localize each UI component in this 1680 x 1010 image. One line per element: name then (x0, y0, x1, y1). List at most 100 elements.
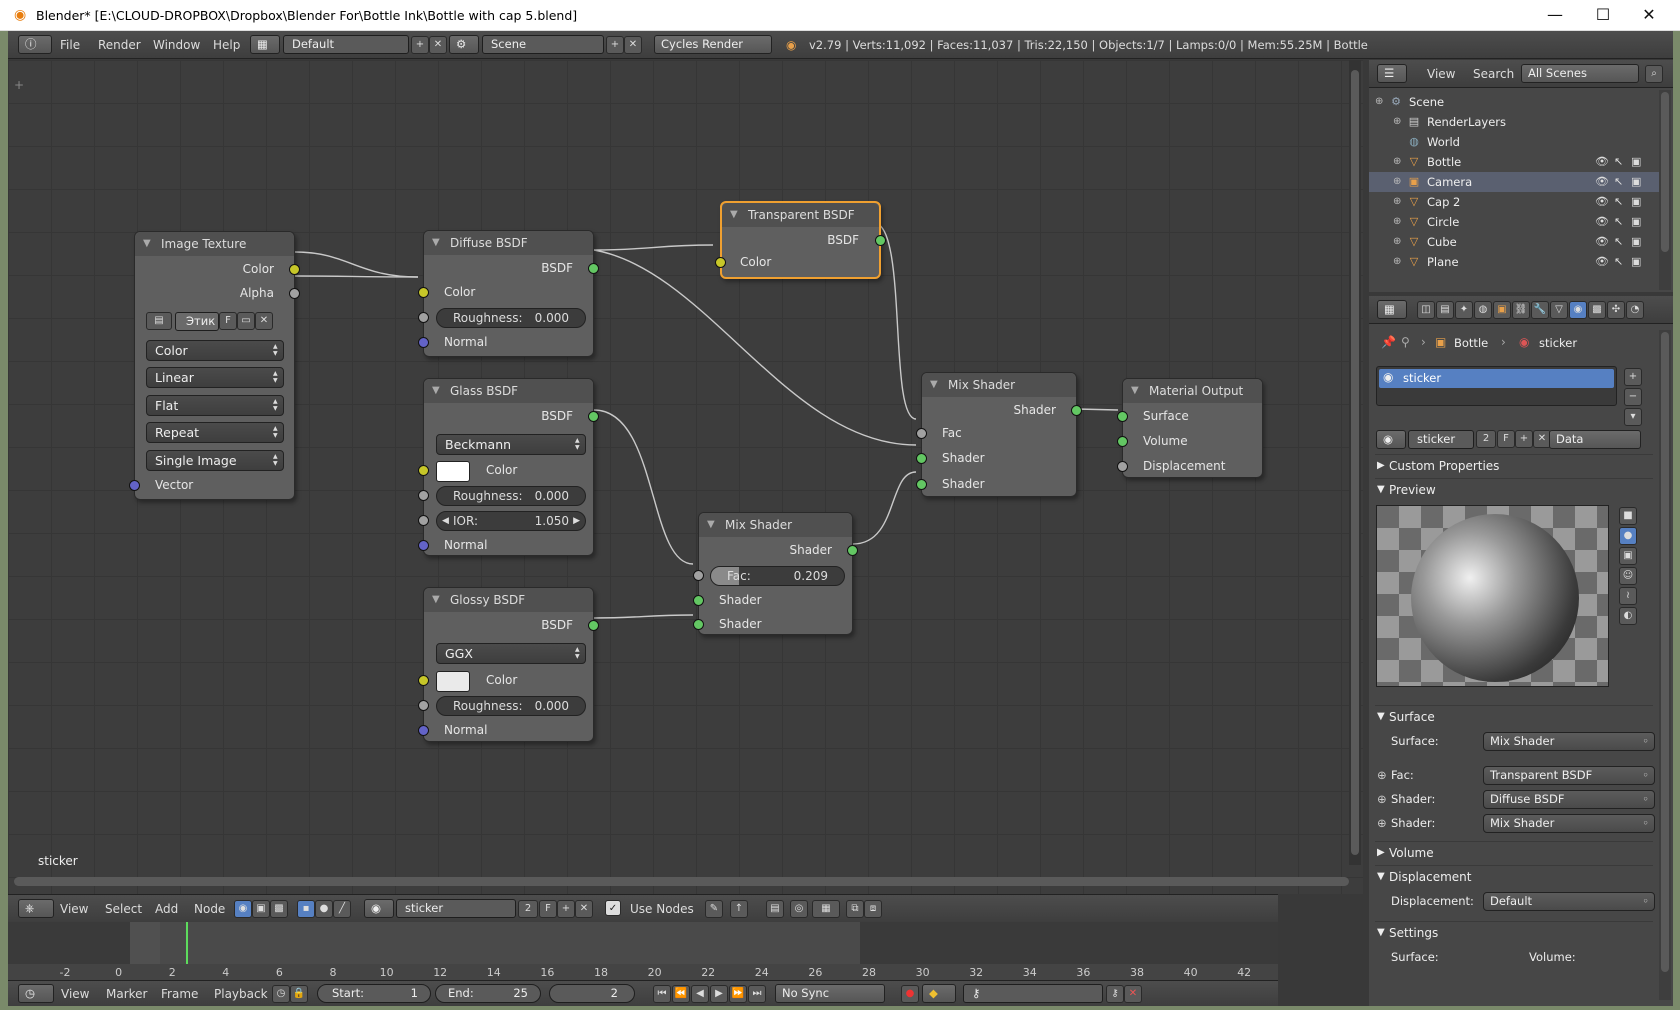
expand-toggle-icon[interactable]: ⊕ (1393, 212, 1401, 232)
diffuse-normal-socket[interactable] (418, 337, 429, 348)
remove-scene-icon[interactable]: ✕ (624, 36, 642, 54)
outliner-item[interactable]: ⊕ ▽ Bottle 👁 ↖ ▣ (1369, 152, 1659, 172)
transparent-color-socket[interactable] (715, 257, 726, 268)
color-space-select[interactable]: Color (146, 340, 284, 361)
fac-expand-icon[interactable]: ⊕ (1377, 768, 1387, 782)
node-mix-shader-2[interactable]: Mix Shader Shader Fac: 0.209 Shader Shade… (693, 512, 858, 635)
selectable-cursor-icon[interactable]: ↖ (1614, 232, 1623, 252)
maximize-button[interactable]: ☐ (1580, 4, 1626, 28)
menu-render[interactable]: Render (98, 38, 141, 52)
glossy-output-socket[interactable] (588, 620, 599, 631)
horizontal-scrollbar[interactable] (14, 877, 1349, 886)
mix1-output-socket[interactable] (1071, 405, 1082, 416)
preview-cube-icon[interactable]: ▣ (1619, 547, 1637, 565)
node-menu-add[interactable]: Add (155, 902, 178, 916)
diffuse-output-socket[interactable] (588, 263, 599, 274)
render-camera-icon[interactable]: ▣ (1631, 172, 1641, 192)
visibility-eye-icon[interactable]: 👁 (1595, 192, 1609, 212)
outliner-item[interactable]: ⊕ ▤ RenderLayers (1369, 112, 1659, 132)
node-image-texture[interactable]: Image Texture Color Alpha ▤ Этик F ▭ ✕ C… (129, 231, 300, 500)
object-tab-icon[interactable]: ▣ (1493, 301, 1511, 319)
toolshelf-toggle-icon[interactable]: + (14, 78, 24, 92)
editor-type-timeline-button[interactable]: ◷ (18, 984, 54, 1003)
glass-ior-socket[interactable] (418, 515, 429, 526)
shader2-expand-icon[interactable]: ⊕ (1377, 816, 1387, 830)
node-menu-node[interactable]: Node (194, 902, 225, 916)
active-keying-set-field[interactable]: ⚷ (963, 984, 1103, 1003)
editor-type-node-button[interactable]: ⎈ (18, 899, 54, 918)
menu-help[interactable]: Help (213, 38, 240, 52)
selectable-cursor-icon[interactable]: ↖ (1614, 192, 1623, 212)
preview-monkey-icon[interactable]: ☺ (1619, 567, 1637, 585)
mix2-shader2-socket[interactable] (693, 619, 704, 630)
shader1-expand-icon[interactable]: ⊕ (1377, 792, 1387, 806)
material-datablock-field[interactable]: sticker (1408, 430, 1474, 449)
glass-color-swatch[interactable] (436, 461, 470, 482)
material-browse-button[interactable]: ◉ (1376, 430, 1406, 449)
vertical-scrollbar[interactable] (1351, 70, 1359, 855)
end-frame-field[interactable]: End: 25 (435, 984, 541, 1003)
selectable-cursor-icon[interactable]: ↖ (1614, 252, 1623, 272)
glossy-roughness-socket[interactable] (418, 700, 429, 711)
output-volume-socket[interactable] (1117, 436, 1128, 447)
node-editor[interactable]: + Image Texture Color Alpha ▤ Этик F ▭ ✕… (8, 60, 1363, 894)
expand-toggle-icon[interactable]: ⊕ (1393, 252, 1401, 272)
outliner-scrollbar[interactable] (1661, 92, 1669, 252)
fac-shader-select[interactable]: Transparent BSDF (1483, 766, 1655, 785)
timeline-menu-frame[interactable]: Frame (161, 987, 198, 1001)
preview-sphere-icon[interactable]: ● (1619, 527, 1637, 545)
expand-toggle-icon[interactable]: ⊕ (1375, 92, 1383, 112)
preview-flat-icon[interactable]: ■ (1619, 507, 1637, 525)
transparent-output-socket[interactable] (875, 235, 886, 246)
editor-type-outliner-button[interactable]: ☰ (1377, 64, 1407, 83)
interpolation-select[interactable]: Linear (146, 367, 284, 388)
render-camera-icon[interactable]: ▣ (1631, 152, 1641, 172)
snap-icon[interactable]: ◎ (790, 900, 808, 918)
menu-file[interactable]: File (60, 38, 80, 52)
material-tab-icon[interactable]: ◉ (1569, 301, 1587, 319)
ior-decrement-icon[interactable]: ◀ (442, 512, 449, 530)
render-tab-icon[interactable]: ◫ (1417, 301, 1435, 319)
mix2-output-socket[interactable] (847, 545, 858, 556)
mix1-fac-socket[interactable] (916, 428, 927, 439)
glass-normal-socket[interactable] (418, 540, 429, 551)
node-diffuse-bsdf[interactable]: Diffuse BSDF BSDF Color Roughness:0.000 … (418, 230, 599, 357)
outliner-menu-view[interactable]: View (1427, 67, 1455, 81)
minimize-button[interactable]: — (1532, 4, 1578, 28)
node-glass-bsdf[interactable]: Glass BSDF BSDF Beckmann Color Roughness… (418, 378, 599, 556)
remove-layout-icon[interactable]: ✕ (429, 36, 447, 54)
surface-shader-select[interactable]: Mix Shader (1483, 732, 1655, 751)
add-slot-icon[interactable]: + (1624, 368, 1642, 386)
node-material-output[interactable]: Material Output Surface Volume Displacem… (1117, 378, 1263, 478)
visibility-eye-icon[interactable]: 👁 (1595, 232, 1609, 252)
layout-selector-icon[interactable]: ▦ (250, 35, 280, 54)
menu-window[interactable]: Window (153, 38, 200, 52)
material-slot-list[interactable]: ◉ sticker (1376, 366, 1617, 406)
preview-hair-icon[interactable]: ≀ (1619, 587, 1637, 605)
node-menu-view[interactable]: View (60, 902, 88, 916)
outliner-item[interactable]: ⊕ ▽ Cap 2 👁 ↖ ▣ (1369, 192, 1659, 212)
outliner-item[interactable]: ⊕ ⚙ Scene (1369, 92, 1659, 112)
material-unlink-icon[interactable]: ✕ (575, 900, 593, 918)
output-surface-socket[interactable] (1117, 411, 1128, 422)
expand-toggle-icon[interactable]: ⊕ (1393, 192, 1401, 212)
timeline-menu-marker[interactable]: Marker (106, 987, 147, 1001)
expand-toggle-icon[interactable]: ⊕ (1393, 172, 1401, 192)
output-displacement-socket[interactable] (1117, 461, 1128, 472)
world-tab-icon[interactable]: ◍ (1474, 301, 1492, 319)
constraints-tab-icon[interactable]: ⛓ (1512, 301, 1530, 319)
auto-keying-icon[interactable]: ● (901, 985, 919, 1003)
panel-settings[interactable]: Settings (1375, 921, 1653, 944)
node-transparent-bsdf[interactable]: Transparent BSDF BSDF Color (715, 201, 886, 279)
panel-displacement[interactable]: Displacement (1375, 865, 1653, 888)
outliner-display-mode-select[interactable]: All Scenes (1521, 64, 1639, 83)
paste-nodes-icon[interactable]: ⧈ (864, 900, 882, 918)
glossy-distribution-select[interactable]: GGX (436, 643, 586, 664)
image-unlink-icon[interactable]: ✕ (255, 312, 273, 330)
material-add-icon[interactable]: + (557, 900, 575, 918)
timeline-menu-playback[interactable]: Playback (214, 987, 268, 1001)
output-color-socket[interactable] (289, 264, 300, 275)
selectable-cursor-icon[interactable]: ↖ (1614, 152, 1623, 172)
mix2-fac-socket[interactable] (693, 570, 704, 581)
data-tab-icon[interactable]: ▽ (1550, 301, 1568, 319)
